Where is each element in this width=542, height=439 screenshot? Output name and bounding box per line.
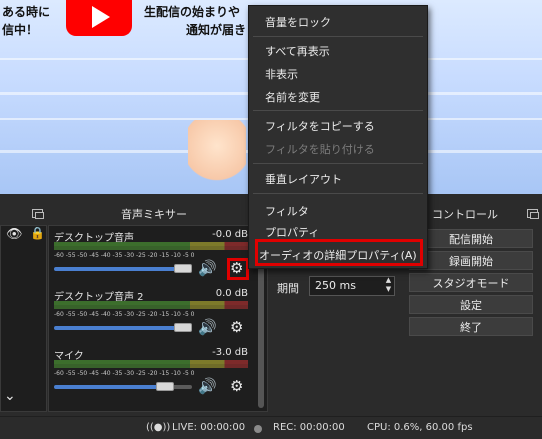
volume-slider-handle[interactable] [174, 264, 192, 273]
speaker-icon[interactable]: 🔊 [198, 377, 217, 395]
menu-item-hide[interactable]: 非表示 [265, 66, 298, 82]
menu-separator [253, 36, 423, 37]
menu-item-unhide-all[interactable]: すべて再表示 [265, 43, 330, 59]
menu-item-lock-volume[interactable]: 音量をロック [265, 14, 331, 30]
rec-time: REC: 00:00:00 [273, 422, 345, 433]
exit-button[interactable]: 終了 [409, 317, 533, 336]
meter-ticks: -60 -55 -50 -45 -40 -35 -30 -25 -20 -15 … [54, 252, 195, 259]
character-image [188, 120, 246, 194]
preview-text-left-1: ある時に [2, 5, 51, 19]
menu-item-paste-filters: フィルタを貼り付ける [265, 143, 375, 156]
meter-ticks: -60 -55 -50 -45 -40 -35 -30 -25 -20 -15 … [54, 311, 195, 318]
duration-label: 期間 [277, 282, 299, 295]
menu-separator [253, 110, 423, 111]
meter-ticks: -60 -55 -50 -45 -40 -35 -30 -25 -20 -15 … [54, 370, 195, 377]
menu-item-copy-filters[interactable]: フィルタをコピーする [265, 118, 375, 134]
controls-undock-icon[interactable] [527, 209, 539, 219]
sources-panel[interactable] [0, 225, 47, 412]
volume-slider-fill[interactable] [54, 267, 188, 271]
mixer-title: 音声ミキサー [48, 205, 260, 225]
menu-separator [253, 163, 423, 164]
volume-slider-fill[interactable] [54, 385, 166, 389]
track-db: 0.0 dB [215, 288, 248, 299]
gear-icon[interactable]: ⚙ [230, 318, 243, 336]
menu-item-rename[interactable]: 名前を変更 [265, 89, 320, 105]
volume-slider-fill[interactable] [54, 326, 188, 330]
visibility-eye-icon[interactable]: 👁 [6, 227, 23, 242]
preview-text-right-2: 通知が届き [186, 23, 247, 37]
track-db: -0.0 dB [212, 229, 248, 240]
volume-slider-handle[interactable] [174, 323, 192, 332]
status-bar: ((●)) LIVE: 00:00:00 REC: 00:00:00 CPU: … [0, 416, 542, 439]
rec-dot-icon [254, 425, 262, 433]
volume-slider-handle[interactable] [156, 382, 174, 391]
sources-undock-icon[interactable] [32, 209, 44, 219]
gear-highlight-box [227, 258, 249, 280]
menu-separator [253, 193, 423, 194]
track-db: -3.0 dB [212, 347, 248, 358]
youtube-logo-icon [66, 0, 132, 36]
preview-text-left-2: 信中！ [2, 23, 39, 37]
speaker-icon[interactable]: 🔊 [198, 259, 217, 277]
volume-meter [54, 305, 248, 309]
lock-icon[interactable]: 🔒 [30, 226, 45, 240]
gear-icon[interactable]: ⚙ [230, 377, 243, 395]
preview-text-right-1: 生配信の始まりや [144, 5, 241, 19]
advanced-audio-highlight-box [255, 239, 423, 266]
menu-item-properties[interactable]: プロパティ [265, 224, 319, 240]
menu-item-filters[interactable]: フィルタ [265, 203, 309, 219]
live-time: LIVE: 00:00:00 [172, 422, 246, 433]
chevron-down-icon[interactable]: ⌄ [4, 388, 16, 404]
context-menu: 音量をロック すべて再表示 非表示 名前を変更 フィルタをコピーする フィルタを… [248, 5, 428, 269]
volume-meter [54, 364, 248, 368]
menu-item-vertical-layout[interactable]: 垂直レイアウト [265, 171, 342, 187]
speaker-icon[interactable]: 🔊 [198, 318, 217, 336]
volume-meter [54, 246, 248, 250]
live-icon: ((●)) [146, 422, 171, 433]
cpu-fps: CPU: 0.6%, 60.00 fps [367, 422, 473, 433]
settings-button[interactable]: 設定 [409, 295, 533, 314]
studio-mode-button[interactable]: スタジオモード [409, 273, 533, 292]
duration-spinner-icon[interactable]: ▲ ▼ [382, 276, 395, 296]
